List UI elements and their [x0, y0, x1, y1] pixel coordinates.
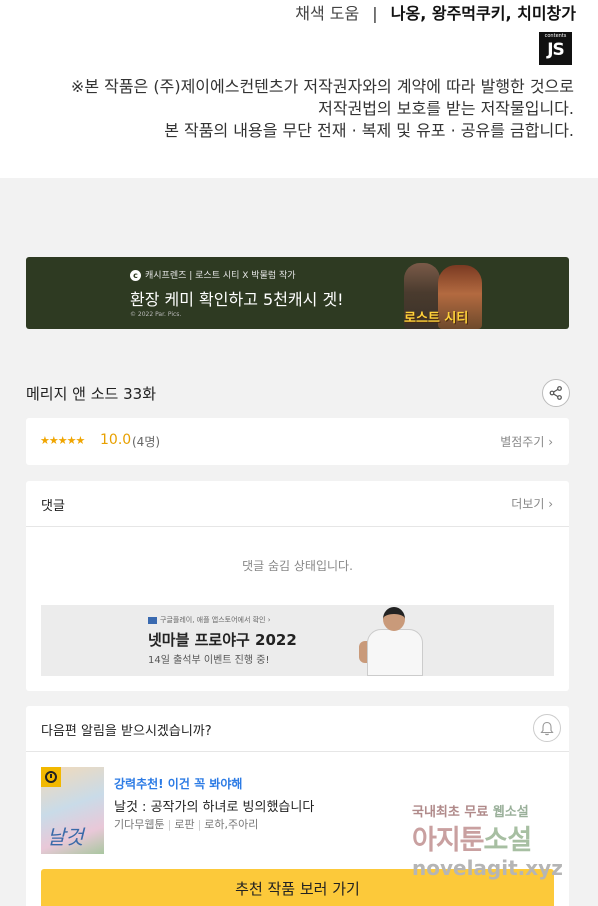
banner-headline: 환장 케미 확인하고 5천캐시 겟!	[130, 290, 344, 309]
credit-names: 나옹, 왕주먹쿠키, 치미창가	[390, 4, 576, 23]
wait-free-badge	[41, 767, 61, 787]
banner-sub-text: 캐시프렌즈 | 로스트 시티 X 박물럼 작가	[145, 271, 296, 281]
recommend-thumbnail[interactable]: 날것	[41, 767, 104, 854]
share-icon	[549, 386, 562, 400]
comments-hidden-message: 댓글 숨김 상태입니다.	[242, 559, 353, 573]
publisher-logo-small: contents	[544, 33, 567, 39]
bell-icon	[540, 721, 554, 735]
divider	[26, 751, 569, 752]
divider	[26, 526, 569, 527]
rating-score: 10.0	[100, 432, 132, 448]
recommend-meta-type: 기다무웹툰	[114, 818, 165, 831]
view-recommendations-button[interactable]: 추천 작품 보러 가기	[41, 869, 554, 906]
ad-description: 14일 출석부 이벤트 진행 중!	[148, 655, 270, 666]
promo-banner[interactable]: c 캐시프렌즈 | 로스트 시티 X 박물럼 작가 환장 케미 확인하고 5천캐시…	[26, 257, 569, 329]
next-episode-notify-card: 다음편 알림을 받으시겠습니까? 날것 강력추천! 이건 꼭 봐야해 날것 : …	[26, 706, 569, 906]
rating-count: (4명)	[132, 435, 161, 449]
comments-more-link[interactable]: 더보기 ›	[511, 495, 553, 512]
episode-title: 메리지 앤 소드 33화	[26, 385, 156, 403]
banner-subtitle: c 캐시프렌즈 | 로스트 시티 X 박물럼 작가	[130, 268, 296, 281]
rating-stars: ★★★★★	[40, 434, 85, 447]
thumbnail-title: 날것	[47, 825, 84, 849]
publisher-logo: contents JS	[539, 32, 572, 65]
credit-line: 채색 도움 | 나옹, 왕주먹쿠키, 치미창가	[295, 0, 576, 24]
banner-copyright: © 2022 Par. Pics.	[130, 311, 182, 318]
copyright-line-1: ※본 작품은 (주)제이에스컨텐츠가 저작권자와의 계약에 따라 발행한 것으로	[70, 77, 574, 96]
credit-separator: |	[372, 4, 378, 23]
notify-bell-button[interactable]	[533, 714, 561, 742]
copyright-line-3: 본 작품의 내용을 무단 전재 · 복제 및 유포 · 공유를 금합니다.	[164, 121, 574, 140]
ad-title: 넷마블 프로야구 2022	[148, 631, 297, 649]
ad-player-body	[367, 629, 423, 676]
banner-movie-title: 로스트 시티	[404, 311, 469, 326]
ad-banner[interactable]: 구글플레이, 애플 앱스토어에서 확인 › 넷마블 프로야구 2022 14일 …	[41, 605, 554, 676]
rate-button[interactable]: 별점주기 ›	[500, 433, 553, 450]
credits-section: 채색 도움 | 나옹, 왕주먹쿠키, 치미창가 contents JS ※본 작…	[0, 0, 598, 178]
publisher-logo-text: JS	[547, 40, 565, 60]
comments-heading: 댓글	[41, 499, 65, 514]
recommend-meta-authors: 로하,주아리	[204, 818, 259, 831]
copyright-notice: ※본 작품은 (주)제이에스컨텐츠가 저작권자와의 계약에 따라 발행한 것으로…	[71, 76, 574, 142]
comment-card: 댓글 더보기 › 댓글 숨김 상태입니다. 구글플레이, 애플 앱스토어에서 확…	[26, 481, 569, 691]
ad-sub-text: 구글플레이, 애플 앱스토어에서 확인 ›	[160, 616, 271, 624]
cashfriends-icon: c	[130, 270, 141, 281]
rating-card: ★★★★★ 10.0 (4명) 별점주기 ›	[26, 418, 569, 465]
ad-subtitle: 구글플레이, 애플 앱스토어에서 확인 ›	[148, 615, 271, 625]
credit-role-label: 채색 도움	[295, 4, 360, 23]
recommend-title[interactable]: 날것 : 공작가의 하녀로 빙의했습니다	[114, 796, 314, 815]
share-button[interactable]	[542, 379, 570, 407]
copyright-line-2: 저작권법의 보호를 받는 저작물입니다.	[318, 99, 574, 118]
notify-question: 다음편 알림을 받으시겠습니까?	[41, 724, 212, 739]
ad-player-image	[359, 607, 429, 676]
netmarble-icon	[148, 616, 157, 624]
clock-icon	[45, 771, 57, 783]
recommend-meta: 기다무웹툰 | 로판 | 로하,주아리	[114, 818, 259, 831]
recommend-meta-genre: 로판	[174, 818, 195, 831]
recommend-label: 강력추천! 이건 꼭 봐야해	[114, 777, 243, 791]
ad-player-head	[383, 607, 405, 631]
